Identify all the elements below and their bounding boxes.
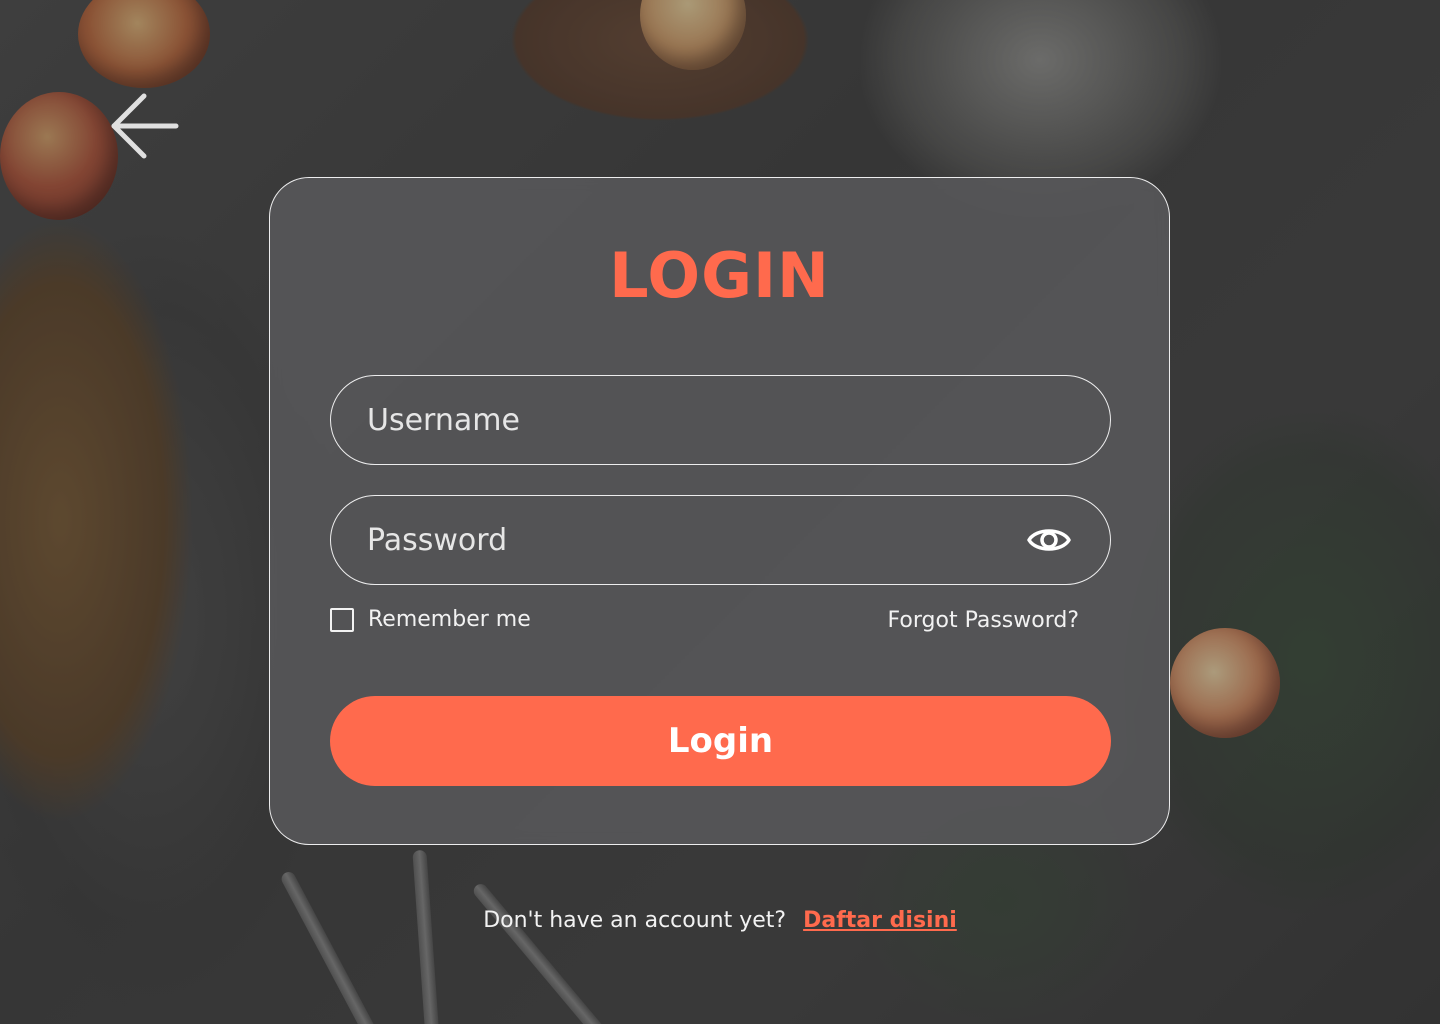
show-password-eye-icon[interactable] (1026, 517, 1072, 563)
login-button[interactable]: Login (330, 696, 1111, 786)
signup-link[interactable]: Daftar disini (803, 908, 957, 933)
signup-prompt: Don't have an account yet? Daftar disini (0, 908, 1440, 933)
remember-me-label: Remember me (368, 607, 531, 632)
signup-prompt-text: Don't have an account yet? (483, 908, 787, 933)
username-field[interactable] (330, 375, 1111, 465)
remember-me-option[interactable]: Remember me (330, 607, 531, 632)
login-page: LOGIN Remember me Forgot Password? Login… (0, 0, 1440, 1024)
forgot-password-link[interactable]: Forgot Password? (888, 607, 1079, 635)
username-input[interactable] (331, 376, 1110, 464)
password-input[interactable] (331, 496, 1026, 584)
arrow-left-icon (111, 93, 179, 159)
login-card: LOGIN Remember me Forgot Password? Login (269, 177, 1170, 845)
password-field[interactable] (330, 495, 1111, 585)
back-button[interactable] (106, 88, 182, 164)
login-title: LOGIN (609, 239, 830, 312)
remember-me-checkbox[interactable] (330, 607, 354, 632)
